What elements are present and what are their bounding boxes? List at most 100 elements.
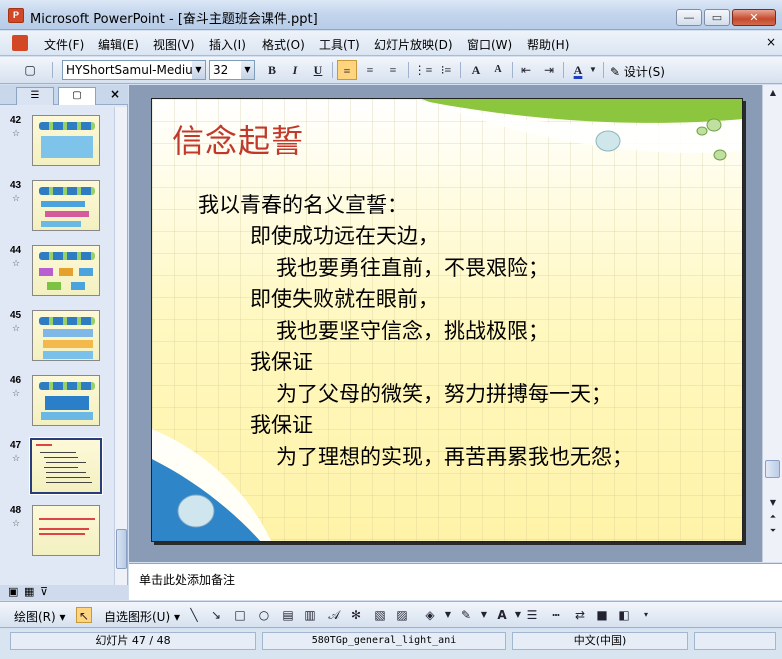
normal-view-icon[interactable]: ▣	[8, 585, 18, 598]
next-slide-icon[interactable]: ⏷	[765, 525, 781, 537]
menu-view[interactable]: 视图(V)	[153, 36, 195, 53]
font-color-dropdown-icon[interactable]: ▼	[588, 60, 598, 80]
italic-button[interactable]: I	[285, 60, 305, 80]
line-icon[interactable]: ╲	[186, 607, 202, 623]
dash-style-icon[interactable]: ┅	[548, 607, 564, 623]
slide-title[interactable]: 信念起誓	[172, 116, 304, 162]
pledge-line[interactable]: 我也要坚守信念，挑战极限；	[276, 315, 549, 345]
bullet-list-icon[interactable]: ⁝≡	[436, 60, 456, 80]
tab-slides[interactable]: ▢	[58, 87, 96, 105]
3d-style-icon[interactable]: ◧	[616, 607, 632, 623]
scroll-down-icon[interactable]: ▼	[765, 497, 781, 509]
slide-thumbnail[interactable]	[29, 437, 103, 495]
design-template-status: 580TGp_general_light_ani	[262, 632, 506, 650]
slide-thumbnail[interactable]	[32, 505, 100, 556]
rectangle-icon[interactable]: □	[232, 607, 248, 623]
slide-thumbnail-row[interactable]: 48 ☆	[0, 501, 114, 561]
bold-button[interactable]: B	[262, 60, 282, 80]
powerpoint-app-icon[interactable]: P	[8, 8, 24, 23]
menu-file[interactable]: 文件(F)	[44, 36, 84, 53]
maximize-button[interactable]: ▭	[704, 9, 730, 26]
align-right-button[interactable]: ≡	[383, 60, 403, 80]
new-document-icon[interactable]: ▢	[20, 60, 40, 80]
arrow-style-icon[interactable]: ⇄	[572, 607, 588, 623]
scrollbar-thumb[interactable]	[116, 529, 127, 569]
notes-pane[interactable]: 单击此处添加备注	[129, 563, 782, 600]
decrease-font-size-button[interactable]: A	[488, 60, 508, 80]
font-color-button[interactable]: A	[568, 60, 588, 80]
thumbnail-scrollbar[interactable]	[114, 107, 127, 585]
menu-slideshow[interactable]: 幻灯片放映(D)	[374, 36, 453, 53]
fill-color-dropdown-icon[interactable]: ▼	[440, 607, 456, 623]
pledge-line[interactable]: 我也要勇往直前，不畏艰险；	[276, 252, 549, 282]
slide-thumbnail[interactable]	[32, 375, 100, 426]
pledge-line[interactable]: 即使成功远在天边，	[250, 220, 439, 250]
slide-thumbnail[interactable]	[32, 245, 100, 296]
menu-edit[interactable]: 编辑(E)	[98, 36, 139, 53]
current-slide[interactable]: 信念起誓 我以青春的名义宣誓： 即使成功远在天边， 我也要勇往直前，不畏艰险； …	[151, 98, 743, 542]
clip-art-icon[interactable]: ▧	[372, 607, 388, 623]
oval-icon[interactable]: ○	[256, 607, 272, 623]
slide-thumbnail[interactable]	[32, 115, 100, 166]
font-name-select[interactable]: HYShortSamul-Mediu ▼	[62, 60, 206, 80]
menu-window[interactable]: 窗口(W)	[467, 36, 512, 53]
scroll-up-icon[interactable]: ▲	[765, 87, 781, 99]
menu-tools[interactable]: 工具(T)	[319, 36, 360, 53]
slide-scrollbar[interactable]: ▲ ▼ ⏶ ⏷	[762, 85, 782, 562]
menu-insert[interactable]: 插入(I)	[209, 36, 246, 53]
slide-thumbnail[interactable]	[32, 180, 100, 231]
text-box-icon[interactable]: ▤	[280, 607, 296, 623]
increase-font-size-button[interactable]: A	[466, 60, 486, 80]
close-window-button[interactable]: ✕	[732, 9, 776, 26]
toolbar-options-icon[interactable]: ▾	[638, 607, 654, 623]
underline-button[interactable]: U	[308, 60, 328, 80]
decrease-indent-icon[interactable]: ⇤	[516, 60, 536, 80]
document-icon[interactable]	[12, 35, 28, 51]
select-pointer-icon[interactable]: ↖	[76, 607, 92, 623]
slide-thumbnail-row[interactable]: 42 ☆	[0, 111, 114, 171]
arrow-icon[interactable]: ↘	[208, 607, 224, 623]
design-button[interactable]: ✎ 设计(S)	[610, 63, 665, 83]
align-left-button[interactable]: ≡	[337, 60, 357, 80]
line-color-icon[interactable]: ✎	[458, 607, 474, 623]
line-style-icon[interactable]: ☰	[524, 607, 540, 623]
insert-picture-icon[interactable]: ▨	[394, 607, 410, 623]
menu-format[interactable]: 格式(O)	[262, 36, 305, 53]
minimize-button[interactable]: —	[676, 9, 702, 26]
numbered-list-icon[interactable]: ⋮≡	[413, 60, 433, 80]
vertical-text-box-icon[interactable]: ▥	[302, 607, 318, 623]
draw-menu-button[interactable]: 绘图(R) ▾	[14, 608, 66, 625]
diagram-icon[interactable]: ✻	[348, 607, 364, 623]
slide-thumbnail-row[interactable]: 43 ☆	[0, 176, 114, 236]
slide-thumbnail-row-selected[interactable]: 47 ☆	[0, 436, 114, 496]
scrollbar-thumb[interactable]	[765, 460, 780, 478]
font-size-select[interactable]: 32 ▼	[209, 60, 255, 80]
pledge-line[interactable]: 为了理想的实现，再苦再累我也无怨；	[276, 441, 633, 471]
pledge-line[interactable]: 我以青春的名义宣誓：	[198, 189, 408, 219]
slide-sorter-view-icon[interactable]: ▦	[24, 585, 34, 598]
previous-slide-icon[interactable]: ⏶	[765, 511, 781, 523]
slide-thumbnail-row[interactable]: 45 ☆	[0, 306, 114, 366]
line-color-dropdown-icon[interactable]: ▼	[476, 607, 492, 623]
slide-thumbnail-row[interactable]: 44 ☆	[0, 241, 114, 301]
pledge-line[interactable]: 为了父母的微笑，努力拼搏每一天；	[276, 378, 612, 408]
close-document-icon[interactable]: ×	[766, 35, 776, 49]
pledge-line[interactable]: 我保证	[250, 346, 313, 376]
autoshapes-menu-button[interactable]: 自选图形(U) ▾	[104, 608, 180, 625]
menu-help[interactable]: 帮助(H)	[527, 36, 569, 53]
pledge-line[interactable]: 我保证	[250, 409, 313, 439]
increase-indent-icon[interactable]: ⇥	[539, 60, 559, 80]
draw-font-color-icon[interactable]: A	[494, 607, 510, 623]
tab-outline[interactable]: ☰	[16, 87, 54, 105]
align-center-button[interactable]: ≡	[360, 60, 380, 80]
fill-color-icon[interactable]: ◈	[422, 607, 438, 623]
slide-thumbnail-row[interactable]: 46 ☆	[0, 371, 114, 431]
slide-thumbnail[interactable]	[32, 310, 100, 361]
close-panel-icon[interactable]: ×	[110, 87, 120, 101]
status-empty-cell	[694, 632, 776, 650]
notes-placeholder[interactable]: 单击此处添加备注	[139, 571, 235, 588]
wordart-icon[interactable]: 𝒜	[326, 607, 342, 623]
shadow-style-icon[interactable]: ■	[594, 607, 610, 623]
pledge-line[interactable]: 即使失败就在眼前，	[250, 283, 439, 313]
slideshow-view-icon[interactable]: ⊽	[40, 585, 48, 598]
